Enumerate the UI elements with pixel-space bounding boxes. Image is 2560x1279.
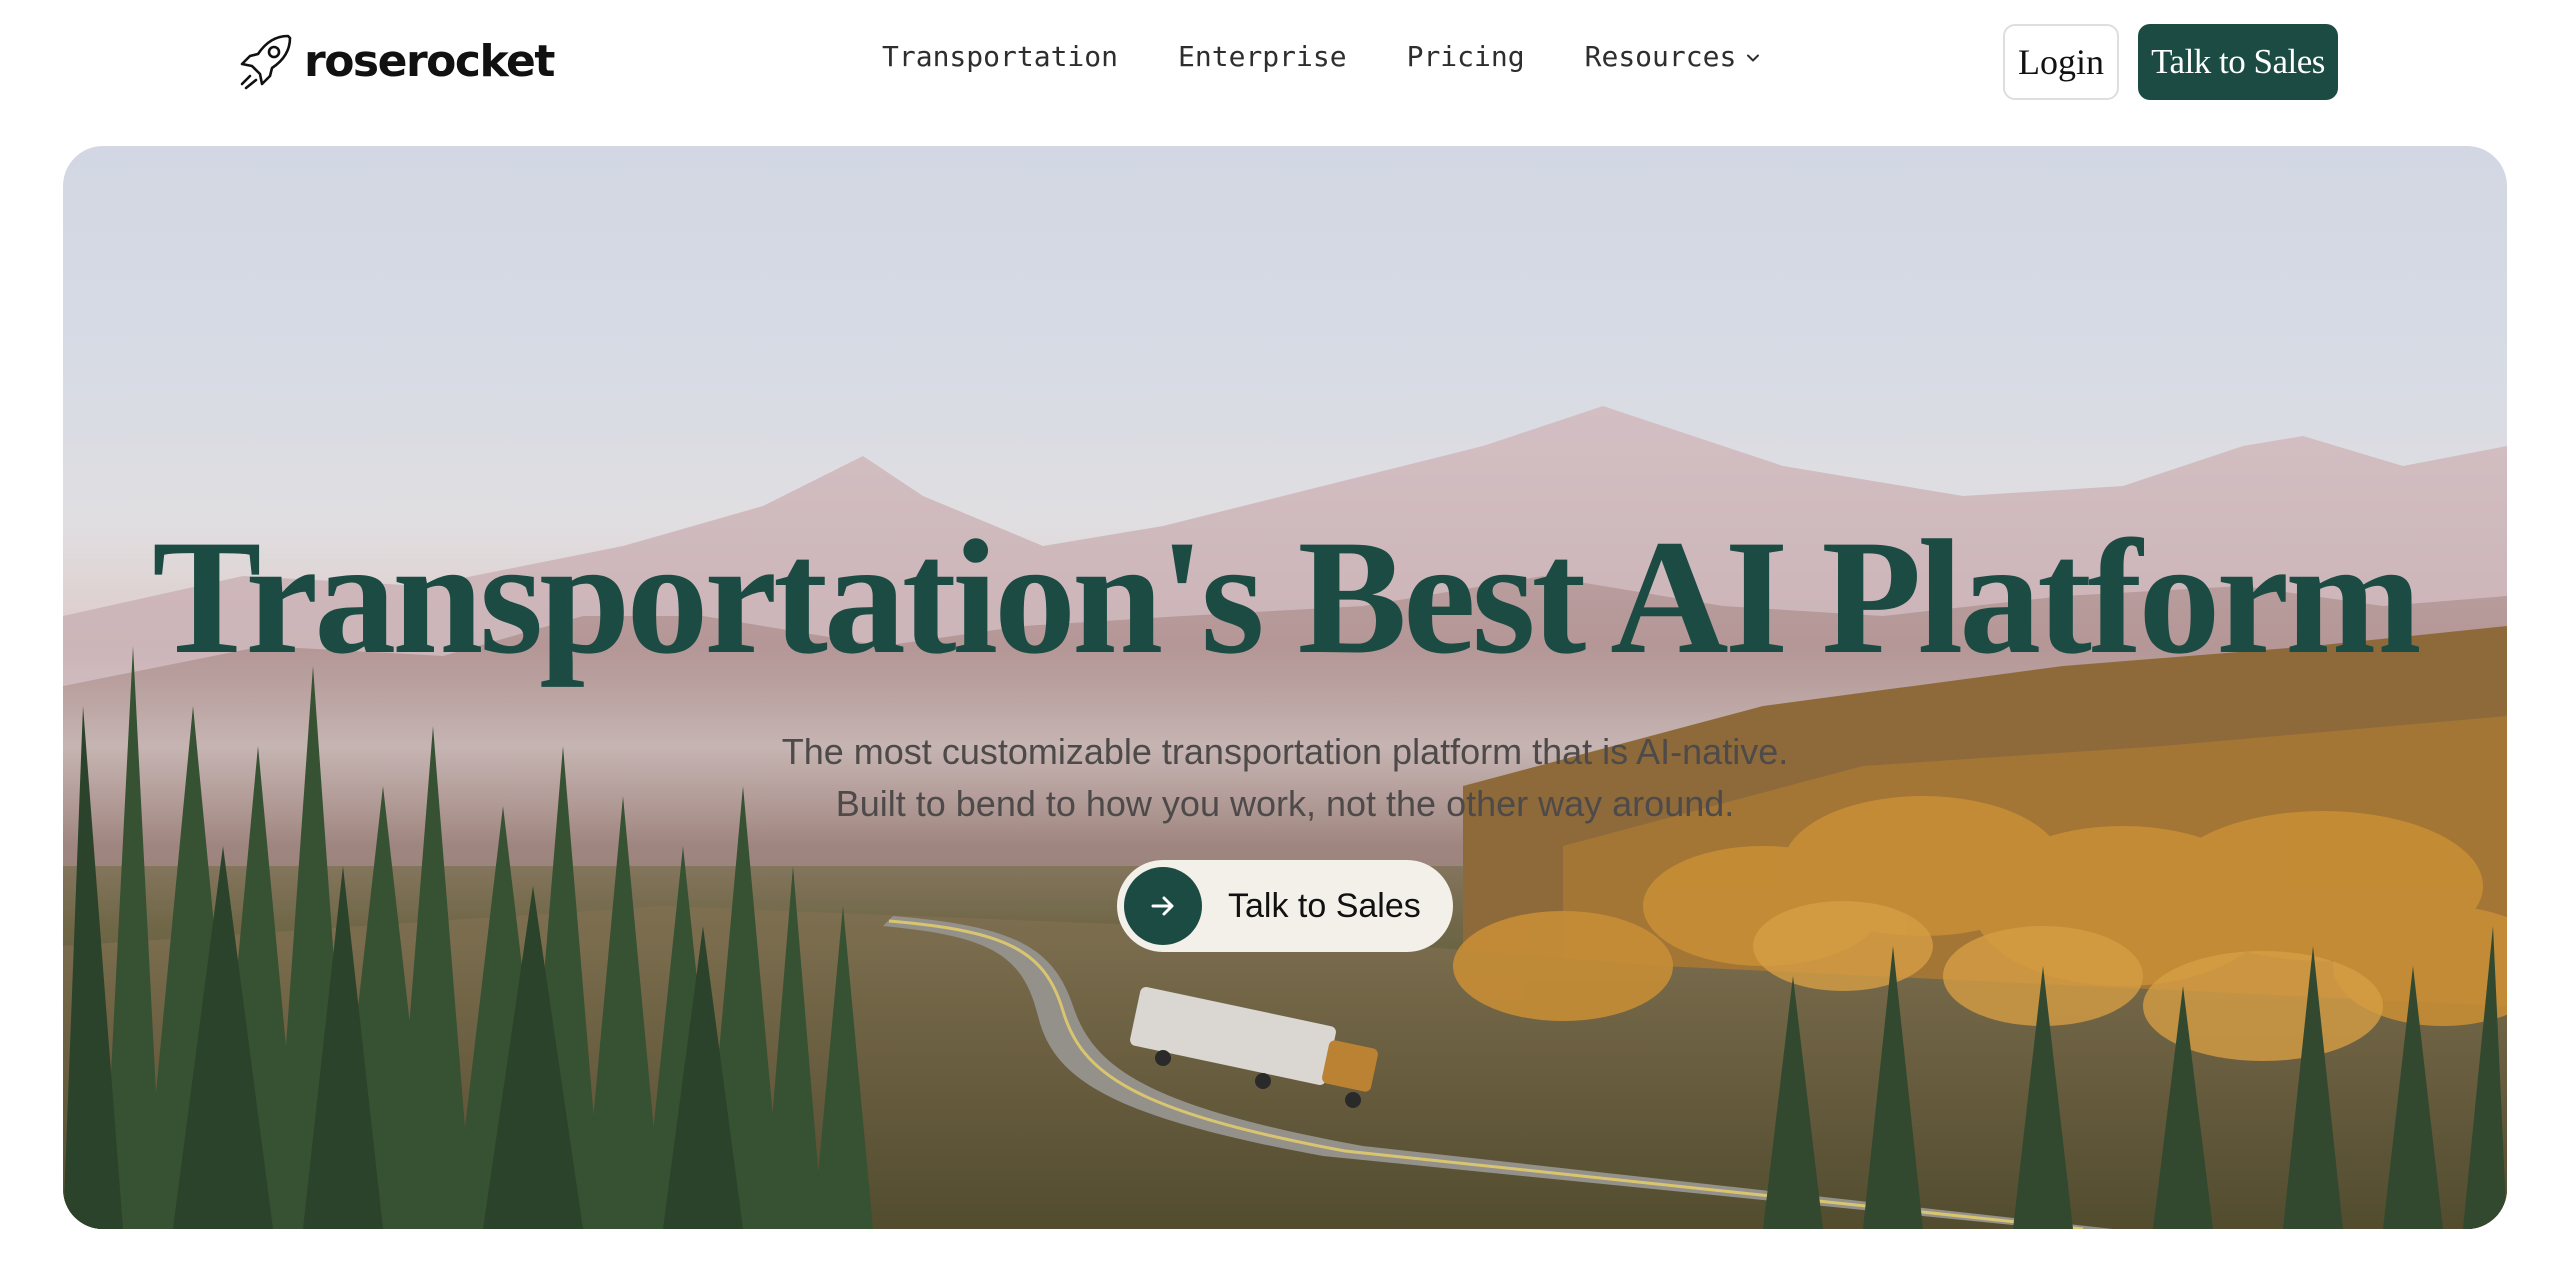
nav-link-transportation[interactable]: Transportation bbox=[882, 40, 1118, 73]
nav-link-label: Resources bbox=[1584, 40, 1737, 73]
rocket-icon bbox=[240, 34, 292, 90]
cta-label: Talk to Sales bbox=[1228, 886, 1421, 925]
hero-title: Transportation's Best AI Platform bbox=[152, 507, 2422, 688]
nav-link-label: Pricing bbox=[1406, 40, 1525, 73]
nav-link-resources[interactable]: Resources bbox=[1585, 40, 1761, 73]
brand-logo[interactable]: roserocket bbox=[236, 32, 555, 90]
brand-name: roserocket bbox=[304, 35, 555, 87]
hero-subtitle-line-1: The most customizable transportation pla… bbox=[781, 731, 1789, 772]
arrow-right-icon bbox=[1151, 896, 1174, 916]
nav-link-label: Enterprise bbox=[1178, 40, 1347, 73]
nav-link-pricing[interactable]: Pricing bbox=[1407, 40, 1525, 73]
nav-link-label: Transportation bbox=[882, 40, 1119, 73]
hero-subtitle: The most customizable transportation pla… bbox=[63, 726, 2507, 830]
hero-subtitle-line-2: Built to bend to how you work, not the o… bbox=[835, 783, 1735, 824]
talk-to-sales-button[interactable]: Talk to Sales bbox=[2138, 24, 2338, 100]
cta-icon-circle bbox=[1124, 867, 1202, 945]
chevron-down-icon bbox=[1747, 54, 1760, 61]
nav-link-enterprise[interactable]: Enterprise bbox=[1178, 40, 1347, 73]
login-button[interactable]: Login bbox=[2003, 24, 2119, 100]
top-navigation: roserocket Transportation Enterprise Pri… bbox=[0, 0, 2560, 124]
hero-talk-to-sales-button[interactable]: Talk to Sales bbox=[1117, 860, 1453, 952]
hero-section: Transportation's Best AI Platform The mo… bbox=[63, 146, 2507, 1229]
main-menu: Transportation Enterprise Pricing Resour… bbox=[882, 40, 1760, 73]
